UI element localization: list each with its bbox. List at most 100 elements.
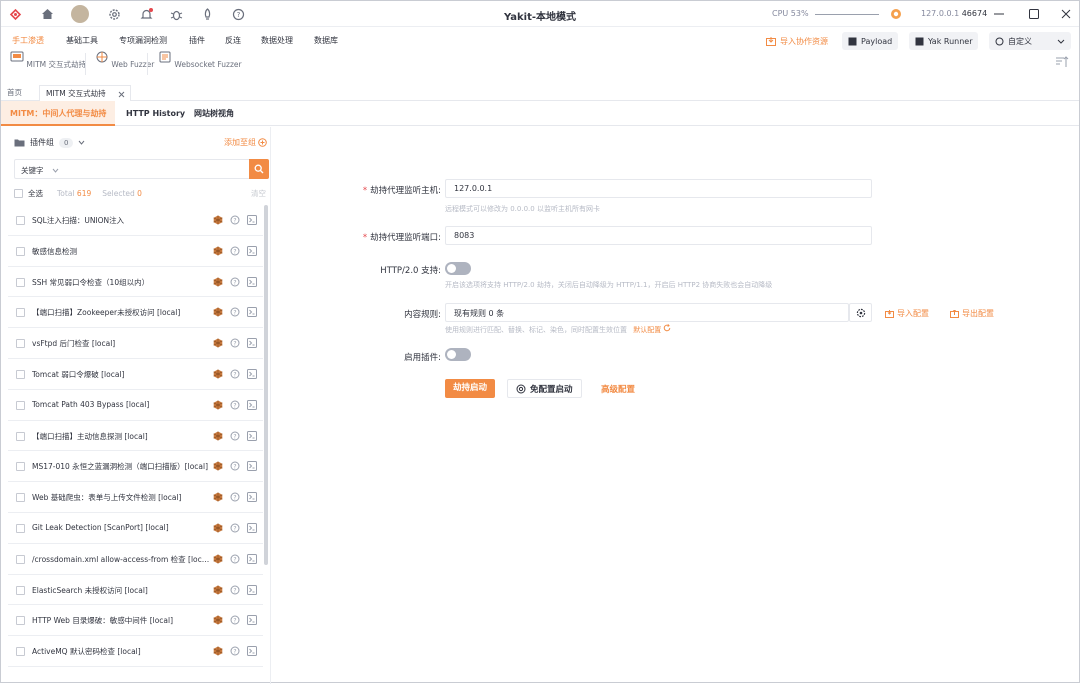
plugin-list-item[interactable]: ActiveMQ 默认密码检查 [local]? xyxy=(8,636,263,667)
plugin-checkbox[interactable] xyxy=(16,554,25,564)
plugin-list-item[interactable]: MS17-010 永恒之蓝漏洞检测（端口扫描版）[local]? xyxy=(8,451,263,483)
engine-icon[interactable] xyxy=(888,6,904,22)
plugin-checkbox[interactable] xyxy=(16,585,25,595)
terminal-icon[interactable] xyxy=(247,615,257,626)
terminal-icon[interactable] xyxy=(247,492,257,503)
custom-dropdown[interactable]: 自定义 xyxy=(989,32,1071,50)
terminal-icon[interactable] xyxy=(247,368,257,379)
export-config-button[interactable]: 导出配置 xyxy=(950,308,994,319)
help-icon[interactable]: ? xyxy=(230,554,240,564)
plugin-list-item[interactable]: Tomcat 弱口令爆破 [local]? xyxy=(8,359,263,390)
menu-basic-tools[interactable]: 基础工具 xyxy=(66,35,98,46)
close-icon[interactable] xyxy=(1057,5,1075,23)
menu-manual-pentest[interactable]: 手工渗透 xyxy=(12,35,44,46)
plugin-list-item[interactable]: Web 基础爬虫：表单与上传文件检测 [local]? xyxy=(8,482,263,513)
start-mitm-button[interactable]: 劫持启动 xyxy=(445,379,496,398)
terminal-icon[interactable] xyxy=(247,584,257,595)
help-icon[interactable]: ? xyxy=(230,461,240,471)
subtab-http-history[interactable]: HTTP History xyxy=(117,101,194,126)
plugin-list-item[interactable]: 【端口扫描】主动信息探测 [local]? xyxy=(8,421,263,452)
tool-web-fuzzer[interactable]: Web Fuzzer xyxy=(95,51,154,69)
clear-button[interactable]: 清空 xyxy=(251,188,266,199)
help-icon[interactable]: ? xyxy=(230,615,240,625)
subtab-site-tree[interactable]: 网站树视角 xyxy=(185,101,243,126)
plugins-toggle[interactable] xyxy=(445,348,471,361)
menu-reverse[interactable]: 反连 xyxy=(225,35,241,46)
no-config-start-button[interactable]: 免配置启动 xyxy=(507,379,582,398)
help-icon[interactable]: ? xyxy=(230,400,240,410)
plugin-list-item[interactable]: /crossdomain.xml allow-access-from 检查 [l… xyxy=(8,544,263,575)
default-config-link[interactable]: 默认配置 xyxy=(633,324,671,334)
plugin-checkbox[interactable] xyxy=(16,400,25,410)
terminal-icon[interactable] xyxy=(247,461,257,472)
help-icon[interactable]: ? xyxy=(230,585,240,595)
help-icon[interactable]: ? xyxy=(230,277,240,287)
plugin-checkbox[interactable] xyxy=(16,523,25,533)
terminal-icon[interactable] xyxy=(247,276,257,287)
help-icon[interactable]: ? xyxy=(230,246,240,256)
plugin-list-item[interactable]: Git Leak Detection [ScanPort] [local]? xyxy=(8,513,263,544)
sort-icon[interactable] xyxy=(1055,56,1069,71)
terminal-icon[interactable] xyxy=(247,399,257,410)
help-icon[interactable]: ? xyxy=(230,523,240,533)
terminal-icon[interactable] xyxy=(247,553,257,564)
import-resources-button[interactable]: 导入协作资源 xyxy=(760,32,834,50)
plugin-checkbox[interactable] xyxy=(16,246,25,256)
help-icon[interactable]: ? xyxy=(230,431,240,441)
plugin-list-scrollbar[interactable] xyxy=(264,205,268,565)
select-all-checkbox[interactable] xyxy=(14,188,23,198)
plugin-checkbox[interactable] xyxy=(16,431,25,441)
maximize-icon[interactable] xyxy=(1025,5,1043,23)
tab-close-icon[interactable] xyxy=(118,91,125,98)
tab-mitm[interactable]: MITM 交互式劫持 xyxy=(39,85,131,101)
plugin-list-item[interactable]: 【端口扫描】Zookeeper未授权访问 [local]? xyxy=(8,297,263,329)
plugin-list-item[interactable]: SSH 常见弱口令检查（10组以内）? xyxy=(8,267,263,298)
yak-runner-button[interactable]: Yak Runner xyxy=(909,32,979,50)
plugin-list-item[interactable]: ElasticSearch 未授权访问 [local]? xyxy=(8,575,263,606)
plugin-group-selector[interactable]: 插件组 0 xyxy=(14,137,85,148)
add-to-group-button[interactable]: 添加至组 xyxy=(224,137,267,148)
http2-toggle[interactable] xyxy=(445,262,471,275)
plugin-checkbox[interactable] xyxy=(16,339,25,349)
plugin-checkbox[interactable] xyxy=(16,308,25,318)
terminal-icon[interactable] xyxy=(247,522,257,533)
terminal-icon[interactable] xyxy=(247,215,257,225)
plugin-checkbox[interactable] xyxy=(16,616,25,626)
help-icon[interactable]: ? xyxy=(230,215,240,225)
rules-input[interactable]: 现有规则 0 条 xyxy=(445,303,849,322)
help-icon[interactable]: ? xyxy=(230,646,240,656)
tool-websocket-fuzzer[interactable]: Websocket Fuzzer xyxy=(158,51,242,69)
search-field-select[interactable]: 关键字 xyxy=(21,165,59,176)
menu-plugins[interactable]: 插件 xyxy=(189,35,205,46)
menu-data-processing[interactable]: 数据处理 xyxy=(261,35,293,46)
plugin-checkbox[interactable] xyxy=(16,493,25,503)
help-icon[interactable]: ? xyxy=(230,492,240,502)
help-icon[interactable]: ? xyxy=(230,369,240,379)
rules-settings-button[interactable] xyxy=(849,303,872,322)
help-icon[interactable]: ? xyxy=(230,338,240,348)
terminal-icon[interactable] xyxy=(247,338,257,349)
advanced-config-button[interactable]: 高级配置 xyxy=(601,383,635,395)
terminal-icon[interactable] xyxy=(247,245,257,256)
payload-button[interactable]: Payload xyxy=(842,32,899,50)
search-button[interactable] xyxy=(249,159,269,179)
terminal-icon[interactable] xyxy=(247,430,257,441)
subtab-mitm[interactable]: MITM：中间人代理与劫持 xyxy=(1,101,116,126)
plugin-list-item[interactable]: HTTP Web 目录爆破：敏感中间件 [local]? xyxy=(8,605,263,637)
import-config-button[interactable]: 导入配置 xyxy=(885,308,929,319)
plugin-checkbox[interactable] xyxy=(16,216,25,225)
terminal-icon[interactable] xyxy=(247,307,257,318)
plugin-checkbox[interactable] xyxy=(16,647,25,657)
tool-mitm[interactable]: MITM 交互式劫持 xyxy=(10,51,86,70)
terminal-icon[interactable] xyxy=(247,646,257,657)
menu-database[interactable]: 数据库 xyxy=(314,35,338,46)
plugin-list-item[interactable]: 敏感信息检测? xyxy=(8,236,263,267)
plugin-checkbox[interactable] xyxy=(16,462,25,472)
tab-home[interactable]: 首页 xyxy=(1,85,28,101)
plugin-checkbox[interactable] xyxy=(16,369,25,379)
host-input[interactable]: 127.0.0.1 xyxy=(445,179,872,198)
minimize-icon[interactable] xyxy=(990,5,1008,23)
help-icon[interactable]: ? xyxy=(230,307,240,317)
plugin-checkbox[interactable] xyxy=(16,277,25,287)
plugin-list-item[interactable]: vsFtpd 后门检查 [local]? xyxy=(8,328,263,359)
